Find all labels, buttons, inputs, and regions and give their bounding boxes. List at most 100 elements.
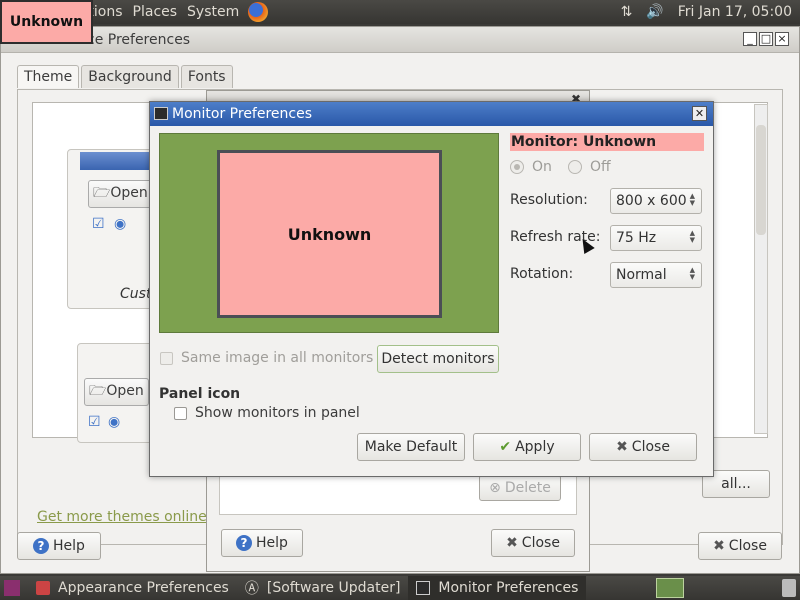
clock[interactable]: Fri Jan 17, 05:00 [678,4,792,20]
appearance-app-icon [36,581,50,595]
show-monitors-label: Show monitors in panel [195,405,360,421]
delete-icon: ⊗ [489,480,501,496]
resolution-value: 800 x 600 [616,193,687,209]
help-button[interactable]: ? Help [17,532,101,560]
radio-icon: ◉ [114,216,127,232]
monitor-app-icon [154,107,168,120]
task-monitor-preferences[interactable]: Monitor Preferences [408,576,587,600]
close-button[interactable]: ✖ Close [698,532,782,560]
monitor-screen-label: Unknown [287,224,372,244]
dialog-close-button[interactable]: ✖ Close [589,433,697,461]
checkbox-box [160,351,173,365]
maximize-button[interactable]: □ [759,32,773,46]
show-monitors-checkbox[interactable]: Show monitors in panel [174,405,360,421]
same-image-checkbox[interactable]: Same image in all monitors [160,350,373,366]
make-default-button[interactable]: Make Default [357,433,465,461]
combo-arrows-icon: ▲ ▼ [689,229,695,244]
task-software-updater[interactable]: Ⓐ [Software Updater] [237,576,409,600]
check-icon: ✔ [499,439,512,455]
panel-icon-heading: Panel icon [159,386,241,402]
system-tray: ⇅ 🔊 Fri Jan 17, 05:00 [621,0,792,24]
radio-dot-off [568,160,582,174]
theme-preview-open-button: 🗁Open [88,180,153,208]
combo-arrows-icon: ▲ ▼ [689,192,695,207]
tab-background[interactable]: Background [81,65,179,88]
show-desktop-icon[interactable] [4,580,20,596]
task-label: Appearance Preferences [58,580,229,596]
task-appearance[interactable]: Appearance Preferences [28,576,237,600]
folder-icon: 🗁 [89,383,107,399]
monitor-identify-label: Unknown [0,0,93,44]
radio-on-label: On [532,159,552,175]
theme-list-scrollbar[interactable] [754,104,768,434]
help-label: Help [53,538,85,554]
dialog-title: Monitor Preferences [172,106,313,122]
scrollbar-thumb[interactable] [756,125,766,235]
monitor-preferences-dialog: Monitor Preferences ✕ Unknown Monitor: U… [149,101,714,477]
monitor-layout-preview[interactable]: Unknown [159,133,499,333]
volume-icon[interactable]: 🔊 [646,4,663,20]
monitor-name-header: Monitor: Unknown [510,133,704,151]
detect-monitors-label: Detect monitors [381,351,495,367]
rotation-select[interactable]: Normal ▲ ▼ [610,262,702,288]
dialog-close-label: Close [631,439,670,455]
radio-off-label: Off [590,159,611,175]
rotation-value: Normal [616,267,667,283]
help-label: Help [256,535,288,551]
tab-fonts[interactable]: Fonts [180,65,233,88]
combo-arrows-icon: ▲ ▼ [689,266,695,281]
resolution-select[interactable]: 800 x 600 ▲ ▼ [610,188,702,214]
checkbox-icon: ☑ [88,414,101,430]
network-icon[interactable]: ⇅ [621,4,633,20]
make-default-label: Make Default [364,439,458,455]
dialog-close-icon[interactable]: ✕ [692,106,707,121]
delete-button[interactable]: ⊗ Delete [479,475,561,501]
refresh-rate-select[interactable]: 75 Hz ▲ ▼ [610,225,702,251]
close-label: Close [521,535,560,551]
resolution-label: Resolution: [510,192,588,208]
checkbox-box [174,406,187,420]
close-window-button[interactable]: × [775,32,789,46]
top-panel: Applications Places System ⇅ 🔊 Fri Jan 1… [0,0,800,24]
close-button-2[interactable]: ✖ Close [491,529,575,557]
close-icon: ✖ [713,538,725,554]
firefox-icon[interactable] [248,2,269,22]
minimize-button[interactable]: _ [743,32,757,46]
help-icon: ? [33,538,50,554]
tab-bar: Theme Background Fonts [17,65,235,88]
theme-preview-open-button-2: 🗁Open [84,378,149,406]
get-more-themes-link[interactable]: Get more themes online [37,509,207,525]
window-title: ce Preferences [1,27,799,53]
updater-app-icon: Ⓐ [244,581,259,597]
close-icon: ✖ [616,439,628,455]
radio-icon: ◉ [108,414,121,430]
install-button-label: all... [721,476,751,492]
window-controls: _ □ × [743,32,789,46]
same-image-label: Same image in all monitors [181,350,374,366]
apply-button[interactable]: ✔ Apply [473,433,581,461]
monitor-screen-unknown[interactable]: Unknown [217,150,442,318]
close-label: Close [728,538,767,554]
trash-icon[interactable] [782,579,796,597]
help-button-2[interactable]: ? Help [221,529,303,557]
folder-icon: 🗁 [93,185,111,201]
apply-label: Apply [515,439,555,455]
menu-places[interactable]: Places [128,4,183,20]
delete-label: Delete [504,480,551,496]
checkbox-icon: ☑ [92,216,105,232]
radio-dot-on [510,160,524,174]
refresh-rate-value: 75 Hz [616,230,657,246]
task-label: Monitor Preferences [438,580,579,596]
help-icon: ? [236,535,253,551]
close-icon: ✖ [506,535,518,551]
menu-system[interactable]: System [182,4,244,20]
dialog-titlebar: Monitor Preferences ✕ [150,102,713,126]
detect-monitors-button[interactable]: Detect monitors [377,345,499,373]
bottom-panel: Appearance Preferences Ⓐ [Software Updat… [0,576,800,600]
radio-on[interactable]: On [510,159,552,175]
workspace-switcher[interactable] [656,578,684,598]
tab-theme[interactable]: Theme [17,65,80,88]
radio-off[interactable]: Off [568,159,611,175]
task-label: [Software Updater] [266,580,401,596]
rotation-label: Rotation: [510,266,574,282]
